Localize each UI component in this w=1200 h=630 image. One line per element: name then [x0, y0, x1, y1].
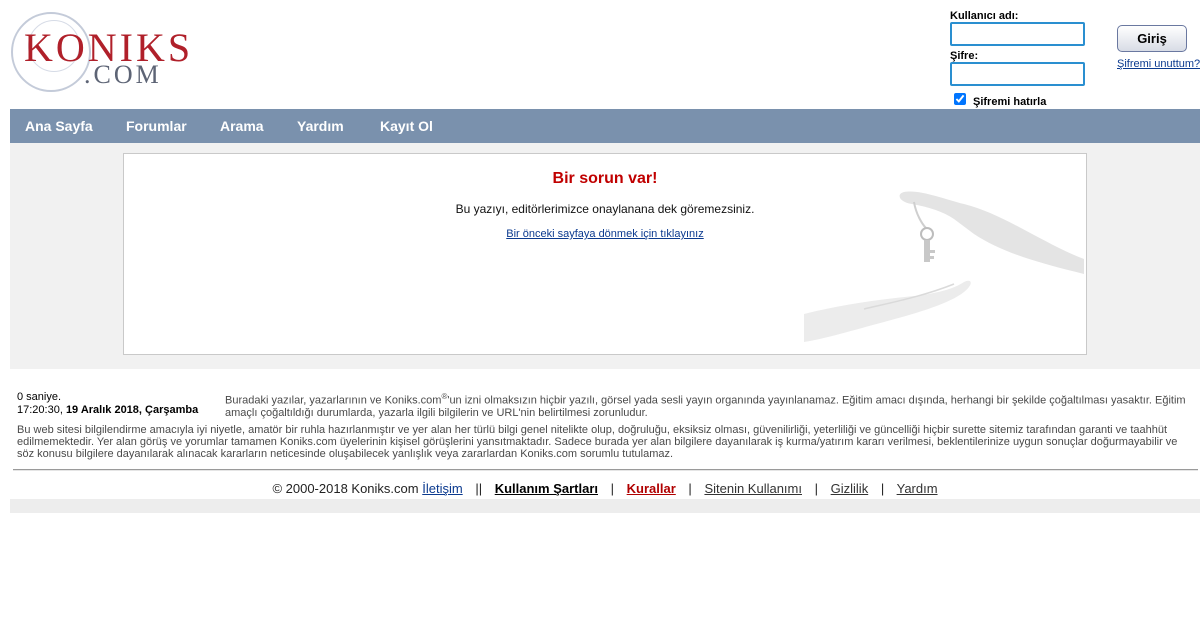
- separator: ||: [475, 481, 483, 496]
- nav-item-forums[interactable]: Forumlar: [126, 118, 187, 134]
- logo-suffix: .COM: [84, 60, 162, 89]
- time-value: 17:20:30,: [17, 404, 63, 416]
- remember-me-label: Şifremi hatırla: [973, 96, 1047, 108]
- elapsed-time: 0 saniye.: [17, 391, 62, 403]
- footer-link-rules[interactable]: Kurallar: [627, 481, 676, 496]
- remember-me-checkbox[interactable]: [954, 93, 966, 105]
- footer-links: © 2000-2018 Koniks.com İletişim || Kulla…: [0, 481, 1200, 496]
- nav-item-help[interactable]: Yardım: [297, 118, 344, 134]
- footer-link-help[interactable]: Yardım: [897, 481, 938, 496]
- login-box: Kullanıcı adı: Şifre: Şifremi hatırla Gi…: [950, 10, 1200, 110]
- separator: |: [610, 481, 615, 496]
- site-logo[interactable]: KONIKS .COM: [10, 10, 190, 95]
- nav-item-home[interactable]: Ana Sayfa: [25, 118, 93, 134]
- password-input[interactable]: [950, 62, 1085, 86]
- copyright-text: © 2000-2018 Koniks.com: [272, 481, 419, 496]
- error-title: Bir sorun var!: [552, 170, 658, 187]
- footer-link-contact[interactable]: İletişim: [422, 481, 462, 496]
- page-timing: 0 saniye. 17:20:30, 19 Aralık 2018, Çarş…: [17, 391, 198, 417]
- timestamp: 17:20:30, 19 Aralık 2018, Çarşamba: [17, 404, 198, 417]
- login-button[interactable]: Giriş: [1117, 25, 1187, 52]
- copyright-notice-part1: Buradaki yazılar, yazarlarının ve Koniks…: [225, 394, 442, 407]
- back-link[interactable]: Bir önceki sayfaya dönmek için tıklayını…: [506, 228, 703, 240]
- hand-key-illustration: [804, 191, 1084, 342]
- footer-link-terms[interactable]: Kullanım Şartları: [495, 481, 598, 496]
- separator: |: [880, 481, 885, 496]
- main-nav: Ana Sayfa Forumlar Arama Yardım Kayıt Ol: [10, 109, 1200, 144]
- separator: |: [688, 481, 692, 496]
- username-label: Kullanıcı adı:: [950, 10, 1019, 22]
- error-panel: Bir sorun var! Bu yazıyı, editörlerimizc…: [123, 153, 1087, 355]
- footer-link-privacy[interactable]: Gizlilik: [831, 481, 869, 496]
- forgot-password-link[interactable]: Şifremi unuttum?: [1117, 58, 1200, 70]
- footer-divider: [13, 469, 1198, 471]
- username-input[interactable]: [950, 22, 1085, 46]
- footer-link-site-usage[interactable]: Sitenin Kullanımı: [704, 481, 802, 496]
- separator: |: [814, 481, 819, 496]
- error-message: Bu yazıyı, editörlerimizce onaylanana de…: [455, 202, 755, 216]
- copyright-notice: Buradaki yazılar, yazarlarının ve Koniks…: [225, 391, 1190, 419]
- password-label: Şifre:: [950, 50, 979, 62]
- footer-strip: [10, 499, 1200, 513]
- date-value: 19 Aralık 2018, Çarşamba: [65, 404, 199, 416]
- nav-item-register[interactable]: Kayıt Ol: [380, 118, 433, 134]
- nav-item-search[interactable]: Arama: [220, 118, 264, 134]
- disclaimer-text: Bu web sitesi bilgilendirme amacıyla iyi…: [17, 424, 1178, 460]
